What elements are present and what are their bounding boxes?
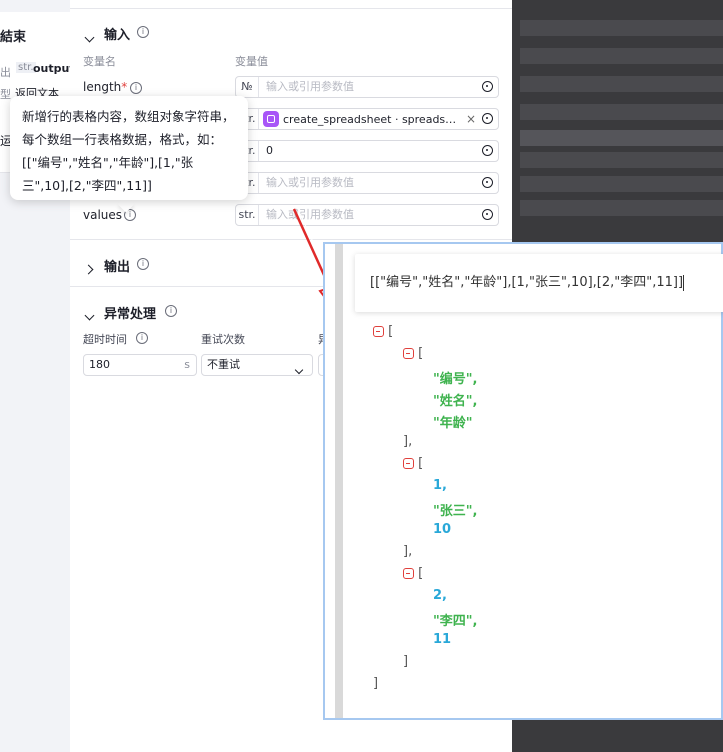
var-name-length: length* <box>83 80 128 94</box>
retry-select[interactable]: 不重试 <box>201 354 313 376</box>
json-value: 10 <box>433 522 452 537</box>
json-value: "年龄" <box>433 416 473 431</box>
json-value: 11 <box>433 632 452 647</box>
json-group-close: ], <box>403 544 413 559</box>
json-viewer-gutter <box>335 244 343 718</box>
input-collapse-chevron[interactable] <box>84 26 95 45</box>
end-node-title: 結束 <box>0 30 27 45</box>
param-field-4[interactable]: str. 输入或引用参数值 <box>235 172 499 194</box>
timeout-info-icon[interactable]: i <box>136 332 148 344</box>
retry-label: 重试次数 <box>201 333 245 346</box>
chevron-down-icon <box>294 360 304 380</box>
json-viewer-popup: [ [ "编号", "姓名", "年龄"], [1, "张三", 10], [2, "李四", 11… <box>323 242 723 720</box>
chip-close-icon[interactable]: × <box>466 109 476 129</box>
length-value-field[interactable]: № 输入或引用参数值 <box>235 76 499 98</box>
top-divider <box>70 8 512 9</box>
reference-target-icon[interactable] <box>482 113 493 124</box>
json-group-close: ] <box>403 654 409 669</box>
collapse-icon[interactable] <box>403 568 414 579</box>
spreadsheet-plugin-icon <box>263 111 279 127</box>
type-prefix: 型 <box>0 88 11 101</box>
json-raw-text[interactable]: [["编号","姓名","年龄"],[1,"张三",10],[2,"李四",11… <box>355 254 723 312</box>
exception-info-icon[interactable]: i <box>165 305 177 317</box>
json-root-close: ] <box>373 676 379 691</box>
json-group-close: ], <box>403 434 413 449</box>
json-group-open: [ <box>403 346 423 361</box>
input-info-icon[interactable]: i <box>137 26 149 38</box>
row-index-field[interactable]: str. 0 <box>235 140 499 162</box>
collapse-icon[interactable] <box>373 326 384 337</box>
output-name: output <box>33 62 75 75</box>
json-group-open: [ <box>403 456 423 471</box>
output-prefix: 出 <box>0 66 11 79</box>
reference-target-icon[interactable] <box>482 81 493 92</box>
input-section-title: 输入 <box>104 28 131 43</box>
var-name-values: values <box>83 208 123 222</box>
output-expand-chevron[interactable] <box>83 258 94 277</box>
output-section-title: 输出 <box>104 260 131 275</box>
number-type-icon: № <box>236 77 259 97</box>
timeout-input[interactable]: 180 s <box>83 354 197 376</box>
col-var-value: 变量值 <box>235 55 268 68</box>
json-root-open: [ <box>373 324 393 339</box>
reference-target-icon[interactable] <box>482 177 493 188</box>
collapse-icon[interactable] <box>403 458 414 469</box>
timeout-label: 超时时间 <box>83 333 127 346</box>
reference-target-icon[interactable] <box>482 209 493 220</box>
json-value: 1, <box>433 478 447 493</box>
json-value: "姓名", <box>433 394 478 409</box>
length-info-icon[interactable]: i <box>130 82 142 94</box>
json-group-open: [ <box>403 566 423 581</box>
json-value: "编号", <box>433 372 478 387</box>
reference-target-icon[interactable] <box>482 145 493 156</box>
collapse-icon[interactable] <box>403 348 414 359</box>
col-var-name: 变量名 <box>83 55 116 68</box>
timeout-unit: s <box>184 358 190 371</box>
spreadsheet-ref-field[interactable]: str. create_spreadsheet · spreads… × <box>235 108 499 130</box>
exception-collapse-chevron[interactable] <box>84 304 95 323</box>
json-value: "张三", <box>433 504 478 519</box>
values-tooltip: 新增行的表格内容，数组对象字符串，每个数组一行表格数据，格式，如：[["编号",… <box>10 96 248 200</box>
json-value: "李四", <box>433 614 478 629</box>
json-value: 2, <box>433 588 447 603</box>
output-info-icon[interactable]: i <box>137 258 149 270</box>
exception-section-title: 异常处理 <box>104 307 157 322</box>
variable-reference-chip[interactable]: create_spreadsheet · spreads… <box>263 111 456 127</box>
values-value-field[interactable]: str. 输入或引用参数值 <box>235 204 499 226</box>
